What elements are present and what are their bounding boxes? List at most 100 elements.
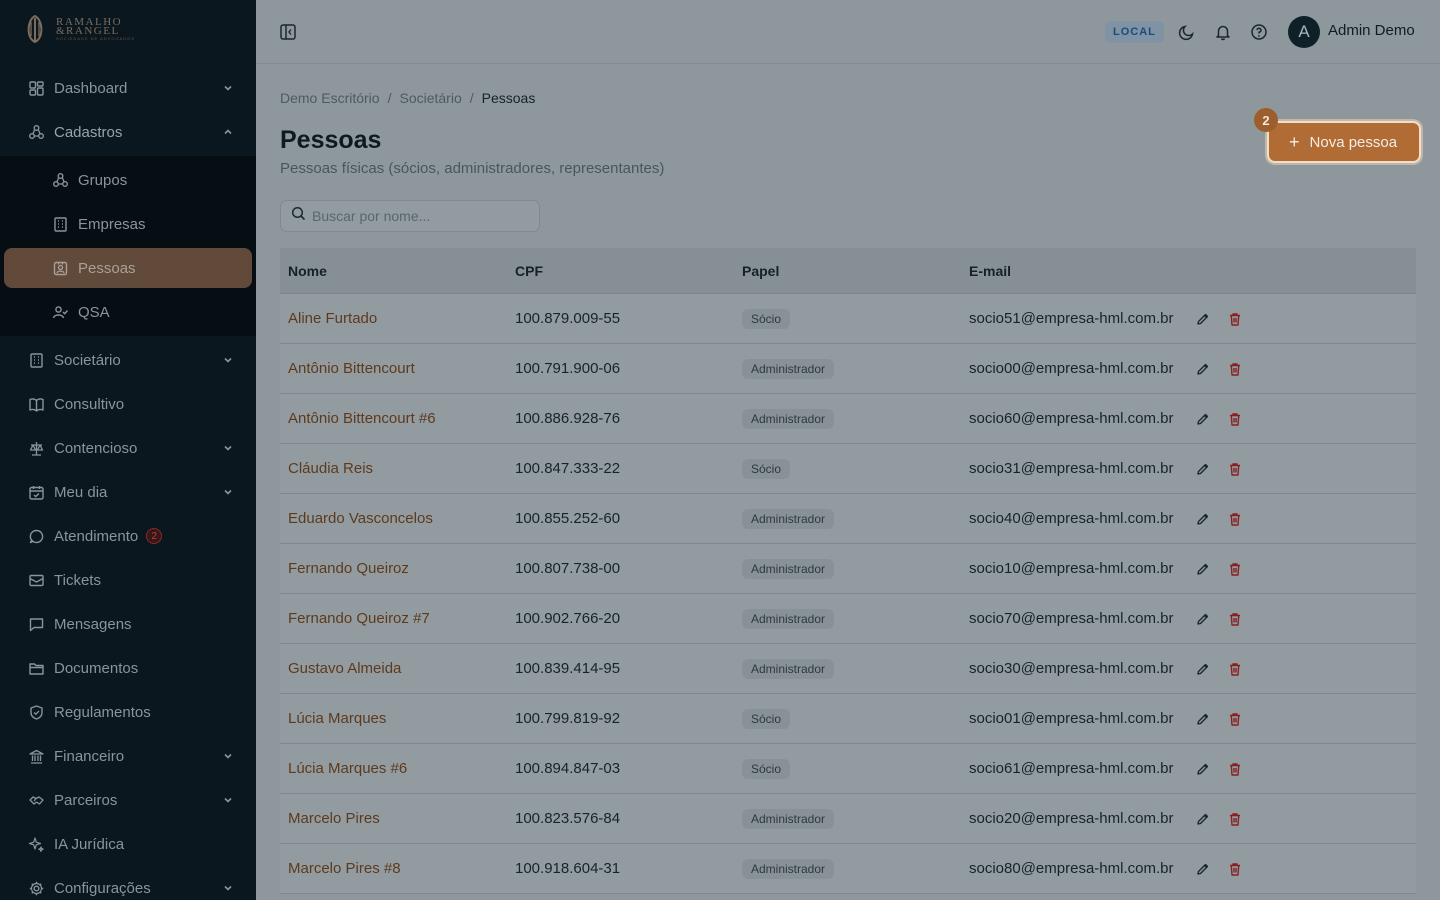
edit-icon[interactable] <box>1194 360 1212 378</box>
person-name-link[interactable]: Gustavo Almeida <box>288 660 401 677</box>
edit-icon[interactable] <box>1194 660 1212 678</box>
trash-icon[interactable] <box>1226 610 1244 628</box>
breadcrumb-item[interactable]: Societário <box>399 90 461 106</box>
user-name[interactable]: Admin Demo <box>1328 22 1415 39</box>
avatar[interactable]: A <box>1288 16 1320 48</box>
chevron-down-icon <box>222 485 234 497</box>
bell-icon[interactable] <box>1213 22 1233 42</box>
sidebar-item-dashboard[interactable]: Dashboard <box>0 66 256 110</box>
search-input[interactable] <box>312 208 532 224</box>
sidebar-item-configura-es[interactable]: Configurações <box>0 866 256 900</box>
sidebar-item-regulamentos[interactable]: Regulamentos <box>0 690 256 734</box>
chevron-down-icon <box>222 749 234 761</box>
edit-icon[interactable] <box>1194 810 1212 828</box>
trash-icon[interactable] <box>1226 510 1244 528</box>
sidebar-item-parceiros[interactable]: Parceiros <box>0 778 256 822</box>
folder-icon <box>28 660 45 677</box>
column-header[interactable]: CPF <box>507 263 734 279</box>
new-person-button[interactable]: + Nova pessoa <box>1267 121 1421 163</box>
person-name-link[interactable]: Cláudia Reis <box>288 460 373 477</box>
book-icon <box>28 396 45 413</box>
sidebar-toggle-icon[interactable] <box>279 23 297 41</box>
bank-icon <box>28 748 45 765</box>
role-badge: Administrador <box>742 608 835 629</box>
trash-icon[interactable] <box>1226 560 1244 578</box>
sidebar-item-atendimento[interactable]: Atendimento 2 <box>0 514 256 558</box>
edit-icon[interactable] <box>1194 410 1212 428</box>
edit-icon[interactable] <box>1194 560 1212 578</box>
sidebar-item-consultivo[interactable]: Consultivo <box>0 382 256 426</box>
top-bar: LOCAL A Admin Demo <box>256 0 1440 64</box>
email-value: socio40@empresa-hml.com.br <box>969 509 1174 527</box>
trash-icon[interactable] <box>1226 660 1244 678</box>
person-name-link[interactable]: Antônio Bittencourt #6 <box>288 410 436 427</box>
sidebar-item-documentos[interactable]: Documentos <box>0 646 256 690</box>
subnav-item-qsa[interactable]: QSA <box>4 292 252 332</box>
search-icon <box>291 206 306 226</box>
email-value: socio00@empresa-hml.com.br <box>969 359 1174 377</box>
chevron-up-icon <box>222 125 234 137</box>
trash-icon[interactable] <box>1226 310 1244 328</box>
sidebar-item-tickets[interactable]: Tickets <box>0 558 256 602</box>
person-name-link[interactable]: Antônio Bittencourt <box>288 360 415 377</box>
brand-line-2: &RANGEL <box>56 24 120 37</box>
help-icon[interactable] <box>1249 22 1269 42</box>
trash-icon[interactable] <box>1226 410 1244 428</box>
person-name-link[interactable]: Lúcia Marques <box>288 710 386 727</box>
person-name-link[interactable]: Fernando Queiroz <box>288 560 409 577</box>
subnav-item-pessoas[interactable]: Pessoas <box>4 248 252 288</box>
person-name-link[interactable]: Aline Furtado <box>288 310 377 327</box>
person-name-link[interactable]: Fernando Queiroz #7 <box>288 610 430 627</box>
building-icon <box>52 216 69 233</box>
sidebar-item-contencioso[interactable]: Contencioso <box>0 426 256 470</box>
edit-icon[interactable] <box>1194 460 1212 478</box>
role-badge: Sócio <box>742 308 791 329</box>
column-header[interactable]: E-mail <box>961 263 1194 279</box>
network-icon <box>52 172 69 189</box>
column-header[interactable]: Nome <box>280 263 507 279</box>
moon-icon[interactable] <box>1177 22 1197 42</box>
edit-icon[interactable] <box>1194 710 1212 728</box>
message-icon <box>28 616 45 633</box>
person-name-link[interactable]: Eduardo Vasconcelos <box>288 510 433 527</box>
edit-icon[interactable] <box>1194 860 1212 878</box>
person-name-link[interactable]: Marcelo Pires <box>288 810 380 827</box>
column-header[interactable]: Papel <box>734 263 961 279</box>
trash-icon[interactable] <box>1226 460 1244 478</box>
sidebar-item-meu-dia[interactable]: Meu dia <box>0 470 256 514</box>
trash-icon[interactable] <box>1226 360 1244 378</box>
trash-icon[interactable] <box>1226 710 1244 728</box>
subnav-item-empresas[interactable]: Empresas <box>4 204 252 244</box>
subnav-item-grupos[interactable]: Grupos <box>4 160 252 200</box>
email-value: socio31@empresa-hml.com.br <box>969 459 1174 477</box>
person-name-link[interactable]: Lúcia Marques #6 <box>288 760 407 777</box>
sidebar-item-ia-jur-dica[interactable]: IA Jurídica <box>0 822 256 866</box>
id-card-icon <box>52 260 69 277</box>
email-value: socio01@empresa-hml.com.br <box>969 709 1174 727</box>
building-icon <box>28 352 45 369</box>
person-name-link[interactable]: Marcelo Pires #8 <box>288 860 401 877</box>
edit-icon[interactable] <box>1194 610 1212 628</box>
sidebar-item-cadastros[interactable]: Cadastros <box>0 110 256 154</box>
step-badge: 2 <box>1254 108 1278 132</box>
edit-icon[interactable] <box>1194 310 1212 328</box>
role-badge: Sócio <box>742 708 791 729</box>
edit-icon[interactable] <box>1194 510 1212 528</box>
breadcrumb-item[interactable]: Demo Escritório <box>280 90 380 106</box>
trash-icon[interactable] <box>1226 760 1244 778</box>
sidebar-item-label: Atendimento <box>54 527 139 545</box>
edit-icon[interactable] <box>1194 760 1212 778</box>
trash-icon[interactable] <box>1226 810 1244 828</box>
sidebar-item-label: Regulamentos <box>54 703 151 721</box>
table-row: Lúcia Marques #6 100.894.847-03 Sócio socio… <box>280 744 1416 794</box>
sidebar-item-societ-rio[interactable]: Societário <box>0 338 256 382</box>
notification-badge: 2 <box>146 528 163 544</box>
sidebar-item-mensagens[interactable]: Mensagens <box>0 602 256 646</box>
email-value: socio80@empresa-hml.com.br <box>969 859 1174 877</box>
sidebar-item-financeiro[interactable]: Financeiro <box>0 734 256 778</box>
role-badge: Administrador <box>742 558 835 579</box>
trash-icon[interactable] <box>1226 860 1244 878</box>
plus-icon: + <box>1289 132 1300 152</box>
chevron-down-icon <box>222 881 234 893</box>
brand-logo[interactable]: RAMALHO &RANGEL SOCIEDADE DE ADVOGADOS <box>0 0 256 58</box>
